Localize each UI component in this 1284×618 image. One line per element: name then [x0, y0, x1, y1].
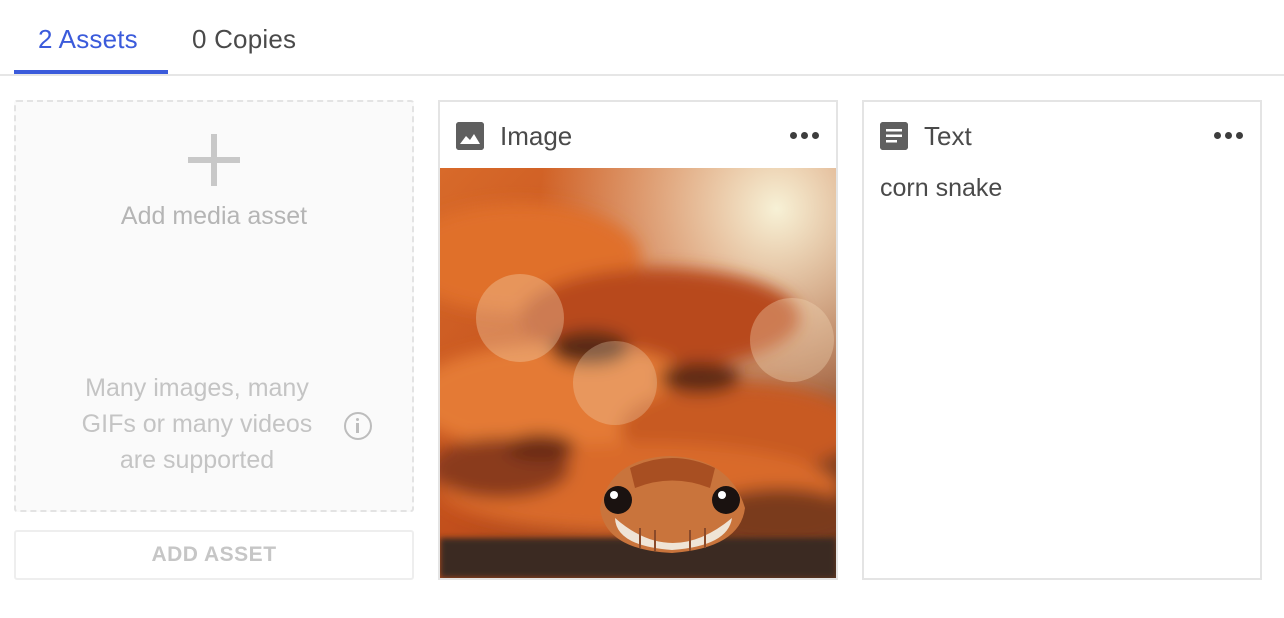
- tab-copies[interactable]: 0 Copies: [192, 24, 296, 55]
- supported-media-hint-line: GIFs or many videos: [81, 410, 313, 438]
- asset-tabs: 2 Assets 0 Copies: [0, 0, 1284, 76]
- image-asset-card[interactable]: Image: [438, 100, 838, 580]
- active-tab-indicator: [14, 70, 168, 74]
- text-asset-content: corn snake: [880, 174, 1003, 202]
- supported-media-hint-line: Many images, many: [85, 374, 309, 402]
- card-type-label: Image: [500, 121, 573, 151]
- tab-assets[interactable]: 2 Assets: [38, 24, 138, 55]
- text-asset-card[interactable]: Text corn snake: [862, 100, 1262, 580]
- plus-icon: [188, 134, 240, 186]
- card-type-label: Text: [924, 121, 972, 151]
- add-media-asset-label: Add media asset: [120, 202, 308, 230]
- supported-media-hint: Many images, many GIFs or many videos ar…: [56, 370, 338, 478]
- add-asset-button[interactable]: ADD ASSET: [14, 530, 414, 580]
- more-horizontal-icon[interactable]: [790, 132, 820, 140]
- card-header: Image: [440, 102, 836, 168]
- supported-media-hint-line: are supported: [119, 446, 275, 474]
- more-horizontal-icon[interactable]: [1214, 132, 1244, 140]
- info-icon[interactable]: [344, 412, 372, 440]
- document-icon: [880, 122, 908, 150]
- card-header: Text: [864, 102, 1260, 168]
- add-media-asset-dropzone[interactable]: Add media asset Many images, many GIFs o…: [14, 100, 414, 512]
- image-icon: [456, 122, 484, 150]
- corn-snake-image: [440, 168, 836, 578]
